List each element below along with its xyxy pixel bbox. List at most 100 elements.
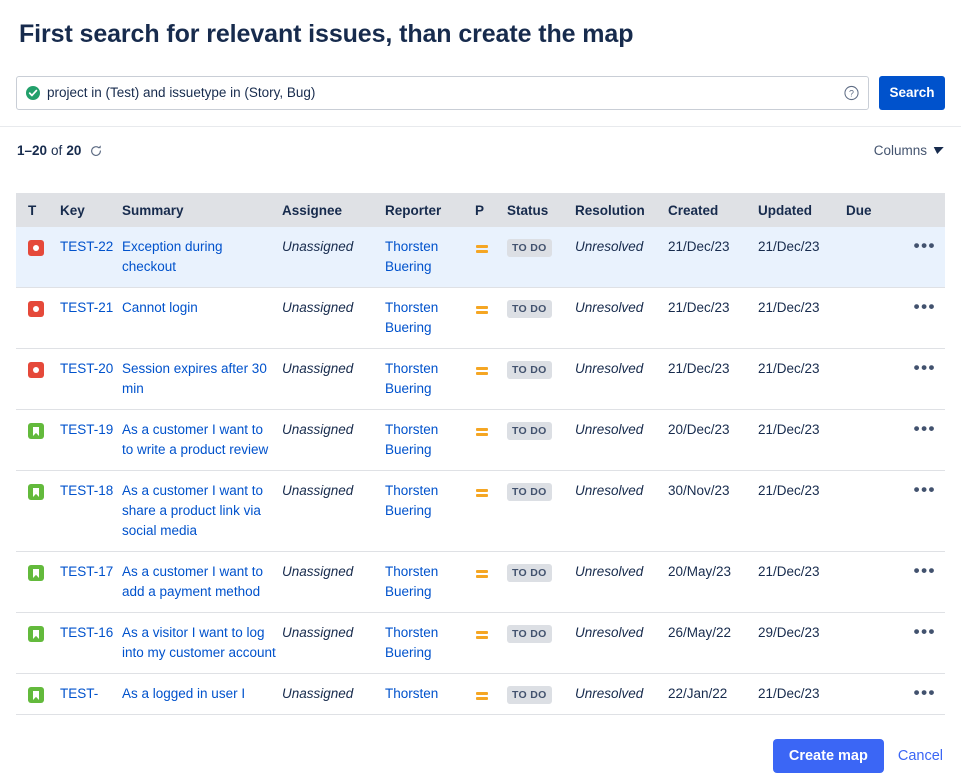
issue-resolution: Unresolved xyxy=(575,409,668,471)
column-header-summary[interactable]: Summary xyxy=(122,193,282,227)
more-actions-icon[interactable]: ••• xyxy=(914,237,936,254)
column-header-due[interactable]: Due xyxy=(846,193,896,227)
issue-reporter-link[interactable]: Thorsten Buering xyxy=(385,239,438,274)
column-header-assignee[interactable]: Assignee xyxy=(282,193,385,227)
issue-key-cell: TEST-19 xyxy=(60,409,122,471)
issue-summary-link[interactable]: As a visitor I want to log into my custo… xyxy=(122,625,276,660)
issue-search-page: First search for relevant issues, than c… xyxy=(0,0,961,783)
column-header-priority[interactable]: P xyxy=(475,193,507,227)
column-header-key[interactable]: Key xyxy=(60,193,122,227)
issue-updated-date: 21/Dec/23 xyxy=(758,551,846,613)
search-button[interactable]: Search xyxy=(879,76,945,110)
more-actions-icon[interactable]: ••• xyxy=(914,420,936,437)
status-badge: TO DO xyxy=(507,564,552,582)
more-actions-icon[interactable]: ••• xyxy=(914,359,936,376)
issue-reporter-link[interactable]: Thorsten Buering xyxy=(385,422,438,457)
issue-reporter-link[interactable]: Thorsten xyxy=(385,686,438,701)
issue-assignee: Unassigned xyxy=(282,612,385,674)
issue-reporter-link[interactable]: Thorsten Buering xyxy=(385,625,438,660)
issue-status-cell: TO DO xyxy=(507,409,575,471)
more-actions-icon[interactable]: ••• xyxy=(914,562,936,579)
issues-table: T Key Summary Assignee Reporter P Status… xyxy=(16,193,945,715)
issue-updated-date: 21/Dec/23 xyxy=(758,673,846,715)
status-badge: TO DO xyxy=(507,239,552,257)
table-row[interactable]: TEST-22 Exception during checkout Unassign… xyxy=(16,227,945,288)
table-row[interactable]: TEST-17 As a customer I want to add a pay… xyxy=(16,551,945,613)
column-header-resolution[interactable]: Resolution xyxy=(575,193,668,227)
issue-summary-link[interactable]: Session expires after 30 min xyxy=(122,361,267,396)
issue-reporter-link[interactable]: Thorsten Buering xyxy=(385,300,438,335)
table-row[interactable]: TEST-21 Cannot login Unassigned Thorsten Bu… xyxy=(16,287,945,349)
issue-summary-cell: As a customer I want to add a payment me… xyxy=(122,551,282,613)
issue-reporter-link[interactable]: Thorsten Buering xyxy=(385,483,438,518)
issue-created-date: 22/Jan/22 xyxy=(668,673,758,715)
issue-key-link[interactable]: TEST-17 xyxy=(60,564,113,579)
more-actions-icon[interactable]: ••• xyxy=(914,684,936,701)
jql-suffix: in (Story, Bug) xyxy=(226,86,316,100)
story-icon xyxy=(28,565,44,582)
issue-due-date xyxy=(846,227,896,288)
table-row[interactable]: TEST-20 Session expires after 30 min Unass… xyxy=(16,348,945,410)
more-actions-icon[interactable]: ••• xyxy=(914,298,936,315)
more-actions-icon[interactable]: ••• xyxy=(914,623,936,640)
issue-due-date xyxy=(846,409,896,471)
issue-summary-link[interactable]: As a customer I want to add a payment me… xyxy=(122,564,263,599)
issue-summary-link[interactable]: Exception during checkout xyxy=(122,239,223,274)
cancel-link[interactable]: Cancel xyxy=(898,748,943,764)
issue-key-link[interactable]: TEST-16 xyxy=(60,625,113,640)
table-row[interactable]: TEST-19 As a customer I want to to write … xyxy=(16,409,945,471)
issue-summary-link[interactable]: As a logged in user I xyxy=(122,686,245,701)
table-row[interactable]: TEST-18 As a customer I want to share a p… xyxy=(16,470,945,552)
issue-key-link[interactable]: TEST-21 xyxy=(60,300,113,315)
issue-summary-cell: As a customer I want to to write a produ… xyxy=(122,409,282,471)
issue-status-cell: TO DO xyxy=(507,348,575,410)
table-row[interactable]: TEST- As a logged in user I Unassigned Thor… xyxy=(16,673,945,715)
table-header-row: T Key Summary Assignee Reporter P Status… xyxy=(16,193,945,227)
issue-reporter-link[interactable]: Thorsten Buering xyxy=(385,361,438,396)
question-circle-icon[interactable]: ? xyxy=(844,85,859,101)
columns-label: Columns xyxy=(873,143,927,158)
jql-input[interactable]: project in (Test) and issuetype in (Stor… xyxy=(16,76,869,110)
issue-type-cell xyxy=(16,409,60,471)
column-header-created[interactable]: Created xyxy=(668,193,758,227)
create-map-button[interactable]: Create map xyxy=(772,739,884,773)
story-icon xyxy=(28,626,44,643)
issue-key-link[interactable]: TEST-18 xyxy=(60,483,113,498)
column-header-updated[interactable]: Updated xyxy=(758,193,846,227)
column-header-reporter[interactable]: Reporter xyxy=(385,193,475,227)
bug-icon xyxy=(28,301,44,318)
issue-assignee: Unassigned xyxy=(282,348,385,410)
refresh-icon[interactable] xyxy=(89,144,103,158)
page-title: First search for relevant issues, than c… xyxy=(19,20,634,48)
table-row[interactable]: TEST-16 As a visitor I want to log into m… xyxy=(16,612,945,674)
issue-created-date: 21/Dec/23 xyxy=(668,287,758,349)
issue-assignee: Unassigned xyxy=(282,673,385,715)
issue-summary-link[interactable]: As a customer I want to share a product … xyxy=(122,483,263,538)
column-header-type[interactable]: T xyxy=(16,193,60,227)
issue-status-cell: TO DO xyxy=(507,551,575,613)
issue-key-link[interactable]: TEST-22 xyxy=(60,239,113,254)
priority-medium-icon xyxy=(475,242,489,256)
jql-misspelled-token: issuetype xyxy=(169,86,227,100)
issue-key-link[interactable]: TEST- xyxy=(60,686,98,701)
issue-resolution: Unresolved xyxy=(575,227,668,288)
chevron-down-icon xyxy=(932,147,944,154)
issue-reporter-link[interactable]: Thorsten Buering xyxy=(385,564,438,599)
more-actions-icon[interactable]: ••• xyxy=(914,481,936,498)
issue-type-cell xyxy=(16,287,60,349)
columns-dropdown[interactable]: Columns xyxy=(873,143,944,158)
status-badge: TO DO xyxy=(507,483,552,501)
issue-priority-cell xyxy=(475,287,507,349)
issue-summary-link[interactable]: As a customer I want to to write a produ… xyxy=(122,422,268,457)
issue-key-link[interactable]: TEST-20 xyxy=(60,361,113,376)
issue-type-cell xyxy=(16,612,60,674)
issue-updated-date: 29/Dec/23 xyxy=(758,612,846,674)
issue-assignee: Unassigned xyxy=(282,470,385,552)
priority-medium-icon xyxy=(475,425,489,439)
issue-actions-cell: ••• xyxy=(896,612,945,674)
issue-key-link[interactable]: TEST-19 xyxy=(60,422,113,437)
issue-reporter-cell: Thorsten xyxy=(385,673,475,715)
column-header-status[interactable]: Status xyxy=(507,193,575,227)
story-icon xyxy=(28,423,44,440)
issue-summary-link[interactable]: Cannot login xyxy=(122,300,198,315)
